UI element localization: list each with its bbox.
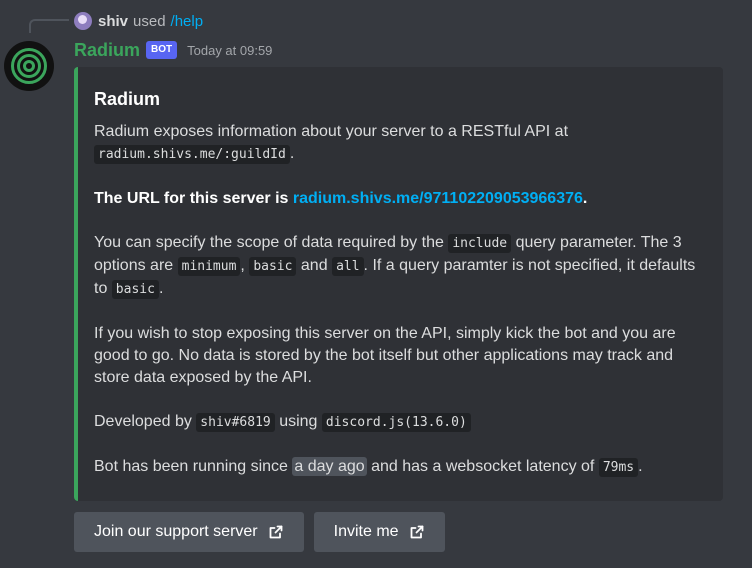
reply-user-avatar[interactable]: [74, 12, 92, 30]
server-url-paragraph: The URL for this server is radium.shivs.…: [94, 190, 588, 207]
developer-paragraph: Developed by shiv#6819 using discord.js(…: [94, 411, 707, 434]
reply-username[interactable]: shiv: [98, 13, 128, 30]
uptime-text-b: and has a websocket latency of: [371, 458, 595, 475]
library-code: discord.js(13.6.0): [321, 413, 471, 432]
developer-tag-code: shiv#6819: [196, 413, 275, 432]
help-embed: Radium Radium exposes information about …: [74, 67, 723, 501]
bot-avatar[interactable]: [4, 41, 54, 91]
embed-title: Radium: [94, 89, 161, 109]
api-path-code: radium.shivs.me/:guildId: [94, 145, 290, 164]
all-code: all: [332, 257, 364, 276]
scope-text-a: You can specify the scope of data requir…: [94, 234, 444, 251]
using-text: using: [279, 413, 318, 430]
invite-me-label: Invite me: [333, 523, 399, 540]
scope-paragraph: You can specify the scope of data requir…: [94, 234, 696, 299]
stop-exposing-paragraph: If you wish to stop exposing this server…: [94, 325, 676, 386]
radium-logo-icon: [11, 48, 47, 84]
basic-code: basic: [249, 257, 297, 276]
default-basic-code: basic: [111, 280, 159, 299]
reply-used-text: used: [133, 12, 166, 30]
external-link-icon: [409, 524, 425, 540]
server-url-label: The URL for this server is: [94, 190, 289, 207]
message-timestamp: Today at 09:59: [187, 42, 273, 58]
server-url-link[interactable]: radium.shivs.me/971102209053966376: [293, 190, 583, 207]
include-code: include: [448, 234, 512, 253]
join-support-server-label: Join our support server: [94, 523, 258, 540]
join-support-server-button[interactable]: Join our support server: [74, 512, 304, 552]
uptime-timestamp[interactable]: a day ago: [292, 457, 367, 476]
api-intro-paragraph: Radium exposes information about your se…: [94, 123, 569, 164]
embed-description: Radium exposes information about your se…: [94, 121, 707, 479]
reply-command[interactable]: /help: [171, 13, 204, 30]
reply-reference[interactable]: shiv used /help: [74, 10, 203, 32]
external-link-icon: [268, 524, 284, 540]
minimum-code: minimum: [177, 257, 241, 276]
scope-and: and: [300, 257, 328, 274]
developed-by-text: Developed by: [94, 413, 192, 430]
reply-connector: [29, 19, 69, 33]
button-row: Join our support server Invite me: [74, 512, 445, 552]
author-name[interactable]: Radium: [74, 40, 140, 61]
bot-badge: BOT: [146, 41, 178, 59]
uptime-text-a: Bot has been running since: [94, 458, 288, 475]
message-header: Radium BOT Today at 09:59: [74, 38, 272, 62]
invite-me-button[interactable]: Invite me: [313, 512, 445, 552]
api-intro-text: Radium exposes information about your se…: [94, 123, 569, 140]
latency-code: 79ms: [598, 458, 639, 477]
uptime-paragraph: Bot has been running since a day ago and…: [94, 457, 643, 477]
